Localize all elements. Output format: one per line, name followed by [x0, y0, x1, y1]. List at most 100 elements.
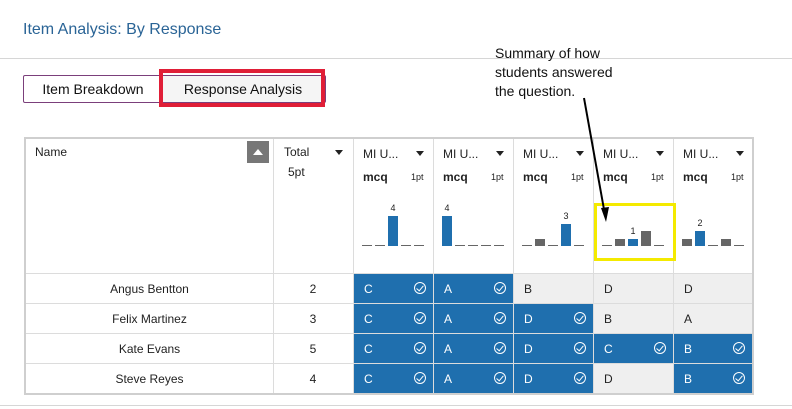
response-value: D: [524, 341, 533, 356]
response-value: C: [364, 371, 373, 386]
student-total: 3: [309, 312, 317, 326]
response-cell[interactable]: D: [674, 274, 752, 303]
student-name: Felix Martinez: [112, 312, 187, 326]
response-bar: [494, 244, 504, 246]
response-bar: [682, 238, 692, 246]
response-value: D: [684, 281, 693, 296]
chevron-down-icon[interactable]: [656, 151, 664, 156]
check-circle-icon: [574, 341, 586, 354]
response-value: A: [444, 281, 453, 296]
sort-button[interactable]: [247, 141, 269, 163]
response-cell[interactable]: B: [674, 334, 752, 363]
response-cell[interactable]: A: [434, 364, 513, 393]
response-cell[interactable]: C: [594, 334, 673, 363]
response-cell[interactable]: D: [514, 304, 593, 333]
response-bar: [535, 238, 545, 246]
response-value: D: [524, 371, 533, 386]
response-cell[interactable]: C: [354, 274, 433, 303]
tab-response-analysis[interactable]: Response Analysis: [160, 75, 326, 103]
response-bar: [388, 216, 398, 246]
response-cell[interactable]: C: [354, 364, 433, 393]
response-bar: [615, 238, 625, 246]
response-value: C: [364, 281, 373, 296]
response-bar: [548, 244, 558, 246]
response-bar: [654, 244, 664, 246]
question-title[interactable]: MI U...: [603, 147, 638, 161]
response-value: A: [444, 341, 453, 356]
sort-up-icon: [253, 149, 263, 155]
student-name: Angus Bentton: [110, 282, 189, 296]
response-value: A: [444, 371, 453, 386]
response-bar-label: 4: [444, 203, 450, 213]
question-points: 1pt: [571, 172, 584, 182]
annotation-line: the question.: [495, 83, 576, 99]
chevron-down-icon[interactable]: [736, 151, 744, 156]
response-bar: [468, 244, 478, 246]
question-points: 1pt: [491, 172, 504, 182]
response-cell[interactable]: B: [514, 274, 593, 303]
response-cell[interactable]: C: [354, 334, 433, 363]
response-value: A: [684, 311, 693, 326]
response-cell[interactable]: D: [594, 274, 673, 303]
question-title[interactable]: MI U...: [523, 147, 558, 161]
response-cell[interactable]: D: [514, 364, 593, 393]
chevron-down-icon[interactable]: [576, 151, 584, 156]
response-bar-label: 2: [697, 218, 703, 228]
chevron-down-icon[interactable]: [496, 151, 504, 156]
page-title: Item Analysis: By Response: [23, 21, 222, 38]
response-bar: [561, 223, 571, 246]
check-circle-icon: [414, 371, 426, 384]
question-type: mcq: [443, 170, 468, 184]
response-cell[interactable]: B: [594, 304, 673, 333]
tab-item-breakdown[interactable]: Item Breakdown: [23, 75, 163, 103]
response-cell[interactable]: B: [674, 364, 752, 393]
response-cell[interactable]: C: [354, 304, 433, 333]
divider: [0, 58, 792, 59]
response-bar: [362, 244, 372, 246]
response-bar: [602, 244, 612, 246]
check-circle-icon: [733, 341, 745, 354]
chevron-down-icon[interactable]: [416, 151, 424, 156]
question-points: 1pt: [731, 172, 744, 182]
annotation-text: Summary of how students answered the que…: [495, 44, 655, 101]
response-bar-label: 1: [630, 225, 636, 236]
divider: [0, 405, 792, 406]
question-type: mcq: [363, 170, 388, 184]
response-bar-label: 3: [563, 210, 569, 221]
response-value: B: [684, 341, 693, 356]
student-name: Steve Reyes: [115, 372, 184, 386]
question-type: mcq: [603, 170, 628, 184]
response-cell[interactable]: D: [514, 334, 593, 363]
check-circle-icon: [494, 371, 506, 384]
response-cell[interactable]: A: [434, 334, 513, 363]
annotation-line: students answered: [495, 64, 613, 80]
response-value: D: [604, 281, 613, 296]
response-bar: [628, 238, 638, 246]
response-bar: [721, 238, 731, 246]
question-title[interactable]: MI U...: [683, 147, 718, 161]
response-cell[interactable]: A: [434, 304, 513, 333]
response-value: C: [364, 341, 373, 356]
question-type: mcq: [683, 170, 708, 184]
check-circle-icon: [654, 341, 666, 354]
response-bar: [574, 244, 584, 246]
annotation-line: Summary of how: [495, 45, 601, 61]
question-title[interactable]: MI U...: [363, 147, 398, 161]
chevron-down-icon[interactable]: [335, 150, 343, 155]
response-value: D: [524, 311, 533, 326]
response-bar: [481, 244, 491, 246]
response-bar: [414, 244, 424, 246]
response-bar: [522, 244, 532, 246]
question-points: 1pt: [651, 172, 664, 182]
response-bar: [708, 244, 718, 246]
response-bar: [442, 216, 452, 246]
response-value: B: [684, 371, 693, 386]
response-cell[interactable]: A: [434, 274, 513, 303]
response-cell[interactable]: A: [674, 304, 752, 333]
response-cell[interactable]: D: [594, 364, 673, 393]
response-bar: [734, 244, 744, 246]
response-bar: [641, 231, 651, 246]
question-points: 1pt: [411, 172, 424, 182]
total-header[interactable]: Total: [284, 145, 309, 159]
question-title[interactable]: MI U...: [443, 147, 478, 161]
